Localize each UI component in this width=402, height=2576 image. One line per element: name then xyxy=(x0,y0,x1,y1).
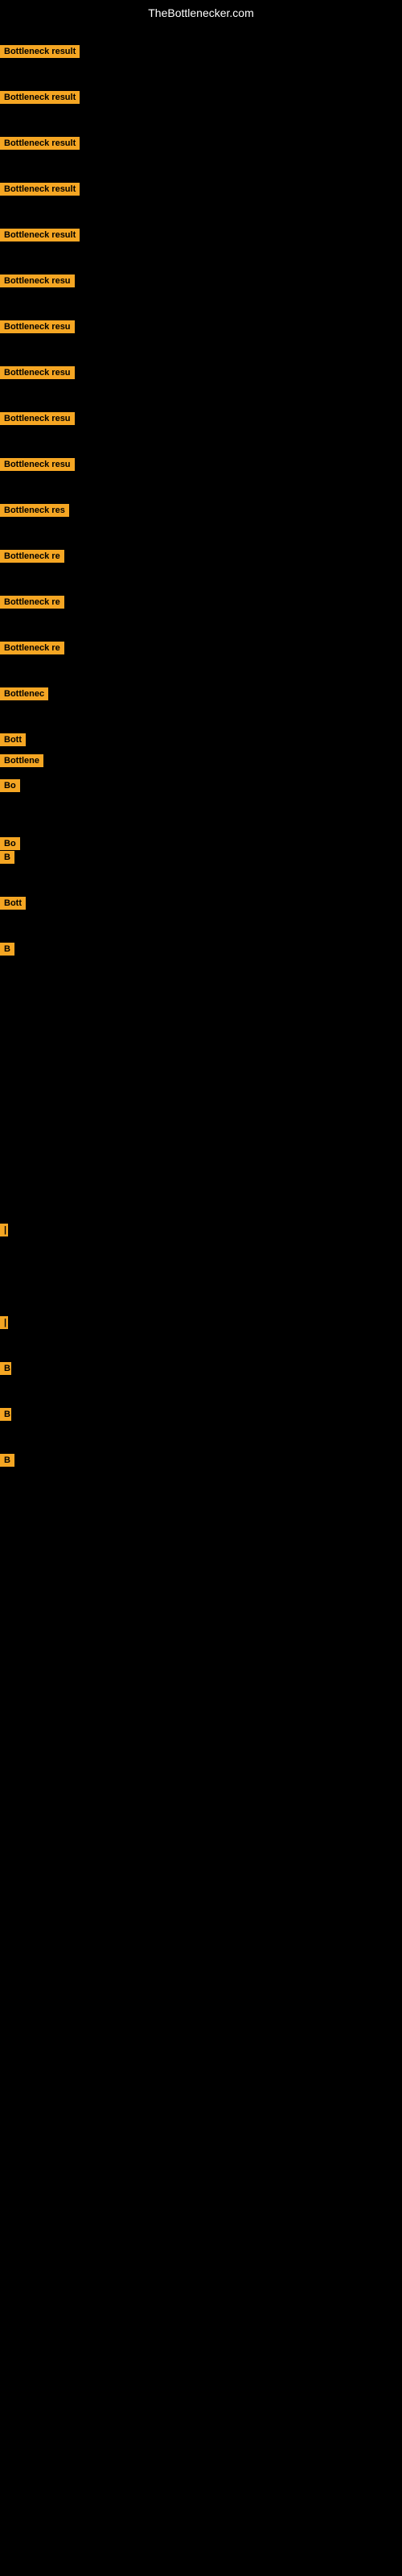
badge-11: Bottleneck res xyxy=(0,504,69,517)
badge-18: Bo xyxy=(0,779,20,792)
badge-7: Bottleneck resu xyxy=(0,320,75,333)
badge-21: Bott xyxy=(0,897,26,910)
badge-26: B xyxy=(0,1408,11,1421)
badge-23: | xyxy=(0,1224,8,1236)
badge-2: Bottleneck result xyxy=(0,91,80,104)
badge-20: B xyxy=(0,851,14,864)
site-title: TheBottlenecker.com xyxy=(0,6,402,19)
badge-24: | xyxy=(0,1316,8,1329)
badge-15: Bottlenec xyxy=(0,687,48,700)
badge-10: Bottleneck resu xyxy=(0,458,75,471)
badge-27: B xyxy=(0,1454,14,1467)
badge-8: Bottleneck resu xyxy=(0,366,75,379)
badge-19: Bo xyxy=(0,837,20,850)
badge-22: B xyxy=(0,943,14,956)
badge-3: Bottleneck result xyxy=(0,137,80,150)
badge-14: Bottleneck re xyxy=(0,642,64,654)
badge-1: Bottleneck result xyxy=(0,45,80,58)
badge-12: Bottleneck re xyxy=(0,550,64,563)
badge-25: B xyxy=(0,1362,11,1375)
badge-9: Bottleneck resu xyxy=(0,412,75,425)
badge-17: Bottlene xyxy=(0,754,43,767)
badge-6: Bottleneck resu xyxy=(0,275,75,287)
badge-16: Bott xyxy=(0,733,26,746)
badge-13: Bottleneck re xyxy=(0,596,64,609)
badge-5: Bottleneck result xyxy=(0,229,80,242)
badge-4: Bottleneck result xyxy=(0,183,80,196)
